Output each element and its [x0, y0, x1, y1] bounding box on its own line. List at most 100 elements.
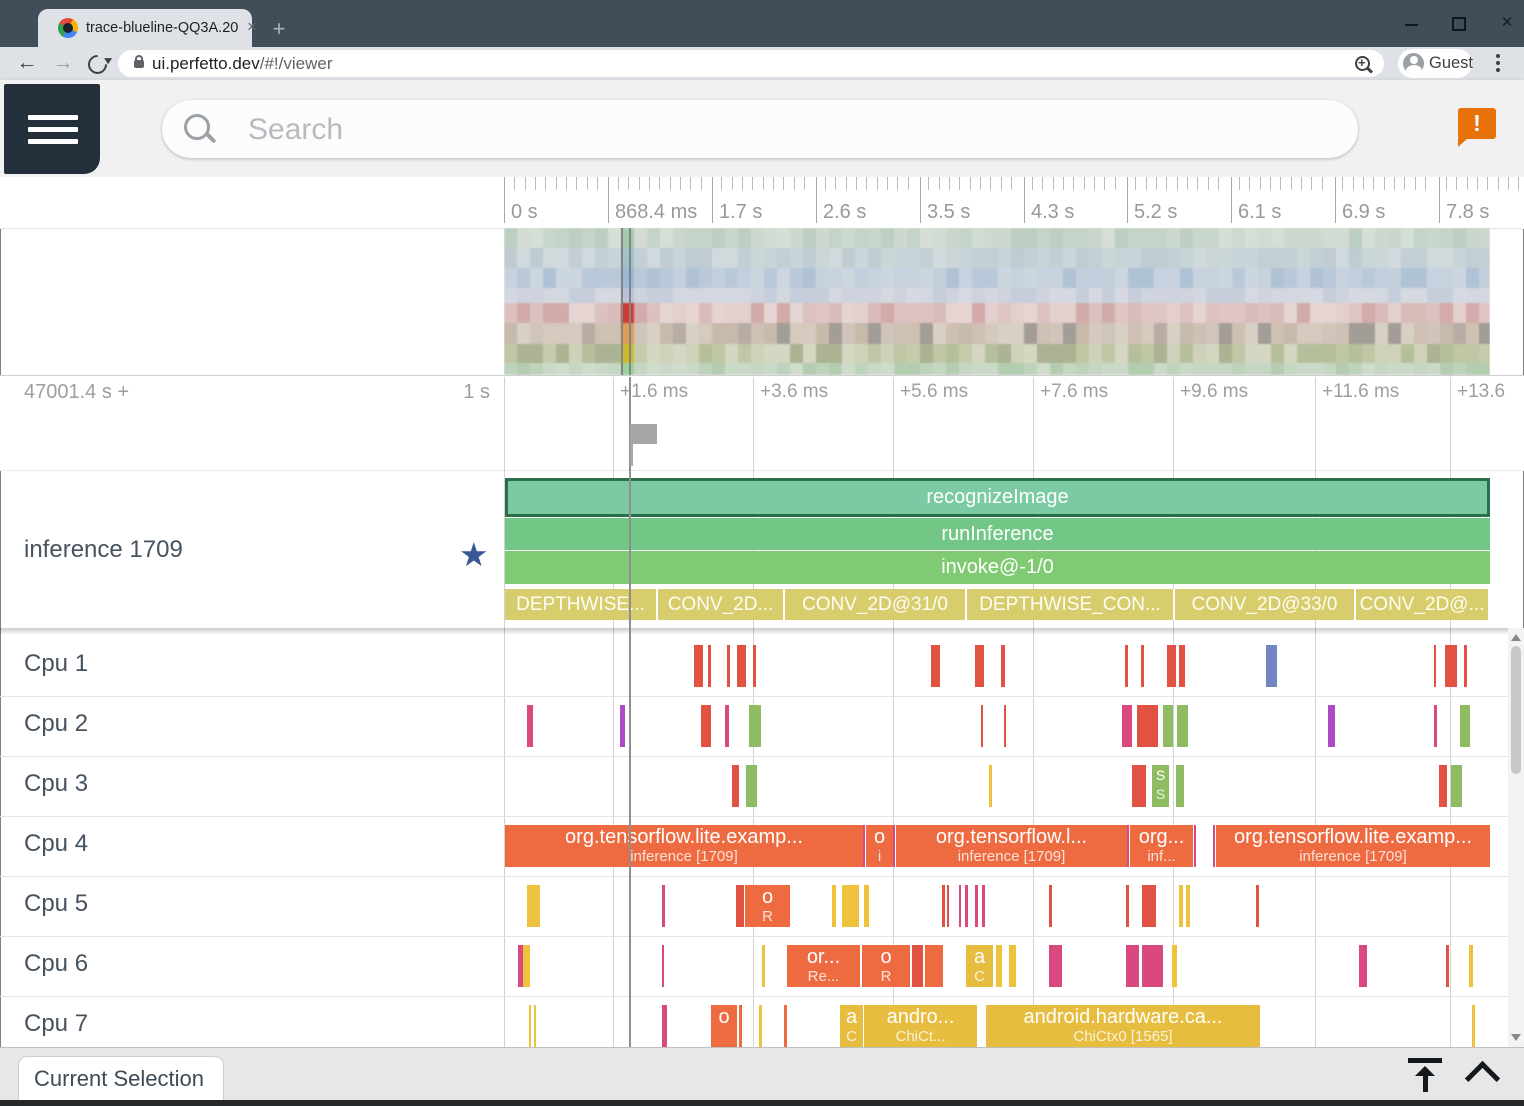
cpu-named-slice[interactable]: org.tensorflow.lite.examp...inference [1…	[505, 825, 863, 867]
cpu-slice[interactable]	[1126, 885, 1129, 927]
cpu-named-slice[interactable]: andro...ChiCt...	[864, 1005, 977, 1047]
cpu-slice[interactable]	[534, 1005, 536, 1047]
cpu-named-slice[interactable]: oR	[745, 885, 790, 927]
cpu-named-slice[interactable]: aC	[840, 1005, 863, 1047]
cpu-slice[interactable]	[1464, 645, 1467, 687]
cpu-named-slice[interactable]: android.hardware.ca...ChiCtx0 [1565]	[986, 1005, 1260, 1047]
cpu-slice[interactable]	[1460, 705, 1470, 747]
cpu-named-slice[interactable]: SS	[1152, 765, 1169, 807]
cpu-slice[interactable]	[1451, 765, 1462, 807]
cpu-slice[interactable]	[749, 705, 761, 747]
cpu-slice[interactable]	[912, 945, 923, 987]
cpu-named-slice[interactable]: or...Re...	[787, 945, 860, 987]
op-slice[interactable]: CONV_2D...	[658, 589, 785, 620]
cpu-slice[interactable]	[727, 645, 730, 687]
cpu-slice[interactable]	[893, 825, 895, 867]
cpu-named-slice[interactable]: oi	[866, 825, 893, 867]
cpu-slice[interactable]	[1256, 885, 1259, 927]
vertical-scrollbar[interactable]	[1508, 628, 1524, 1047]
cpu-slice[interactable]	[662, 885, 665, 927]
zoom-page-icon[interactable]	[1355, 56, 1370, 71]
op-slice[interactable]: CONV_2D@33/0	[1175, 589, 1356, 620]
chevron-up-icon[interactable]	[1465, 1061, 1500, 1096]
report-error-button[interactable]: !	[1458, 108, 1496, 139]
window-minimize-button[interactable]	[1405, 24, 1418, 26]
cpu-slice[interactable]	[739, 1005, 742, 1047]
sidebar-menu-button[interactable]	[4, 84, 100, 174]
cpu-slice[interactable]	[1445, 645, 1457, 687]
profile-button[interactable]: Guest	[1398, 49, 1472, 78]
cpu-slice[interactable]	[1446, 945, 1449, 987]
cpu-slice[interactable]	[947, 885, 949, 927]
cpu-slice[interactable]	[1142, 885, 1156, 927]
cpu-slice[interactable]	[620, 705, 625, 747]
cpu-slice[interactable]	[1469, 945, 1473, 987]
cpu-slice[interactable]	[1001, 645, 1005, 687]
cpu-slice[interactable]	[1167, 645, 1176, 687]
cpu-slice[interactable]	[1127, 825, 1129, 867]
cpu-slice[interactable]	[1359, 945, 1367, 987]
cpu-slice[interactable]	[1266, 645, 1277, 687]
scroll-down-arrow-icon[interactable]	[1511, 1034, 1521, 1041]
op-slice[interactable]: CONV_2D@...	[1356, 589, 1490, 620]
pin-track-icon[interactable]: ★	[459, 535, 489, 574]
cpu-slice[interactable]	[982, 885, 985, 927]
cpu-slice[interactable]	[1434, 705, 1437, 747]
cpu-named-slice[interactable]: org...inf...	[1130, 825, 1193, 867]
cpu-named-slice[interactable]: aC	[966, 945, 993, 987]
cpu-slice[interactable]	[981, 705, 983, 747]
cpu-slice[interactable]	[753, 645, 756, 687]
cpu-slice[interactable]	[523, 945, 530, 987]
cpu-slice[interactable]	[1125, 645, 1128, 687]
cpu-slice[interactable]	[725, 705, 729, 747]
cpu-slice[interactable]	[996, 945, 1002, 987]
address-bar[interactable]: ui.perfetto.dev/#!/viewer	[118, 50, 1384, 77]
cpu-slice[interactable]	[863, 825, 865, 867]
cpu-slice[interactable]	[759, 1005, 762, 1047]
cpu-named-slice[interactable]: o	[711, 1005, 737, 1047]
op-slice[interactable]: DEPTHWISE...	[505, 589, 658, 620]
cpu-slice[interactable]	[694, 645, 703, 687]
cpu-slice[interactable]	[864, 885, 869, 927]
cpu-slice[interactable]	[762, 945, 765, 987]
cpu-slice[interactable]	[942, 885, 945, 927]
minimap-viewport-line[interactable]	[621, 228, 623, 375]
cpu-slice[interactable]	[1126, 945, 1139, 987]
cpu-slice[interactable]	[1142, 945, 1163, 987]
window-close-button[interactable]: ×	[1498, 14, 1516, 32]
cpu-slice[interactable]	[1163, 705, 1173, 747]
cpu-slice[interactable]	[1122, 705, 1132, 747]
cpu-slice[interactable]	[925, 945, 943, 987]
cpu-slice[interactable]	[1186, 885, 1190, 927]
slice-recognizeImage[interactable]: recognizeImage	[505, 478, 1490, 517]
trace-overview-minimap[interactable]	[504, 228, 1490, 375]
cpu-named-slice[interactable]: oR	[862, 945, 910, 987]
cpu-slice[interactable]	[701, 705, 711, 747]
cpu-slice[interactable]	[732, 765, 739, 807]
cpu-slice[interactable]	[842, 885, 859, 927]
cpu-slice[interactable]	[527, 885, 540, 927]
window-maximize-button[interactable]	[1452, 17, 1466, 31]
cpu-slice[interactable]	[1328, 705, 1335, 747]
cpu-slice[interactable]	[708, 645, 711, 687]
cpu-named-slice[interactable]: org.tensorflow.l...inference [1709]	[896, 825, 1127, 867]
cpu-slice[interactable]	[662, 945, 664, 987]
op-slice[interactable]: CONV_2D@31/0	[785, 589, 967, 620]
cpu-slice[interactable]	[975, 645, 984, 687]
browser-menu-icon[interactable]	[1496, 54, 1500, 58]
cpu-slice[interactable]	[1179, 645, 1185, 687]
slice-invoke@-1/0[interactable]: invoke@-1/0	[505, 551, 1490, 584]
cpu-slice[interactable]	[1009, 945, 1016, 987]
cpu-slice[interactable]	[1132, 765, 1146, 807]
cpu-slice[interactable]	[1176, 765, 1184, 807]
cpu-slice[interactable]	[1194, 825, 1196, 867]
cpu-slice[interactable]	[1004, 705, 1006, 747]
cpu-slice[interactable]	[989, 765, 992, 807]
cpu-slice[interactable]	[662, 1005, 667, 1047]
cpu-slice[interactable]	[746, 765, 757, 807]
dock-to-top-icon[interactable]	[1408, 1058, 1442, 1092]
reload-button[interactable]	[84, 51, 111, 78]
time-ruler[interactable]: 0 s868.4 ms1.7 s2.6 s3.5 s4.3 s5.2 s6.1 …	[0, 177, 1524, 229]
search-input[interactable]	[246, 108, 1290, 152]
cpu-slice[interactable]	[1177, 705, 1188, 747]
